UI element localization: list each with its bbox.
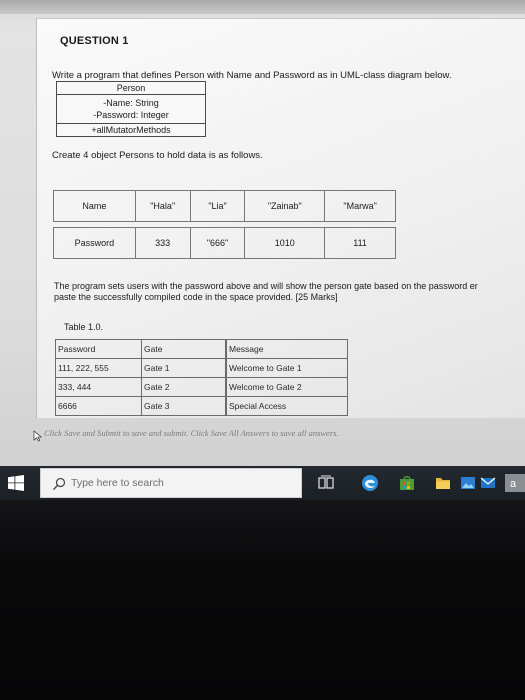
persons-password-cell: 111 — [324, 227, 396, 259]
gate-header-password: Password — [55, 339, 142, 359]
gate-header-gate: Gate — [141, 339, 226, 359]
file-explorer-icon[interactable] — [435, 475, 451, 491]
gate-password-cell: 111, 222, 555 — [55, 358, 142, 378]
persons-name-cell: "Zainab" — [244, 190, 326, 222]
gate-table-header-row: Password Gate Message — [55, 339, 348, 359]
gate-gate-cell: Gate 3 — [141, 396, 226, 416]
uml-class-diagram: Person -Name: String -Password: Integer … — [56, 81, 206, 137]
question-intro: Write a program that defines Person with… — [52, 70, 452, 81]
task-paragraph-line: The program sets users with the password… — [54, 281, 478, 291]
task-paragraph: The program sets users with the password… — [54, 281, 478, 303]
persons-password-label: Password — [53, 227, 136, 259]
mouse-cursor-icon — [33, 430, 43, 442]
browser-top-band — [0, 0, 525, 14]
task-paragraph-line: paste the successfully compiled code in … — [54, 292, 338, 302]
edge-icon[interactable] — [361, 474, 379, 492]
windows-start-icon[interactable] — [8, 475, 24, 491]
windows-taskbar: Type here to search a — [0, 466, 525, 500]
question-title: QUESTION 1 — [60, 35, 129, 47]
table-caption: Table 1.0. — [64, 322, 104, 332]
gate-password-cell: 6666 — [55, 396, 142, 416]
gate-table: Password Gate Message 111, 222, 555 Gate… — [55, 339, 348, 416]
monitor-bezel — [0, 500, 525, 700]
gate-message-cell: Special Access — [226, 396, 348, 416]
uml-attribute-password: -Password: Integer — [93, 110, 169, 120]
task-view-icon[interactable] — [318, 475, 334, 491]
persons-table: Name "Hala" "Lia" "Zainab" "Marwa" Passw… — [53, 190, 396, 259]
persons-password-row: Password 333 "666" 1010 111 — [53, 227, 396, 259]
uml-operations: +allMutatorMethods — [91, 125, 171, 135]
search-icon — [53, 477, 66, 490]
persons-name-cell: "Marwa" — [324, 190, 396, 222]
persons-name-cell: "Hala" — [134, 190, 191, 222]
persons-name-label: Name — [53, 190, 136, 222]
monitor-screen: QUESTION 1 Write a program that defines … — [0, 0, 525, 500]
persons-password-cell: 1010 — [244, 227, 326, 259]
gate-table-row: 6666 Gate 3 Special Access — [55, 396, 348, 416]
gate-gate-cell: Gate 1 — [141, 358, 226, 378]
gate-message-cell: Welcome to Gate 1 — [226, 358, 348, 378]
uml-attribute-name: -Name: String — [103, 98, 159, 108]
persons-password-cell: 333 — [134, 227, 191, 259]
persons-name-row: Name "Hala" "Lia" "Zainab" "Marwa" — [53, 190, 396, 222]
create-instruction: Create 4 object Persons to hold data is … — [52, 150, 263, 161]
gate-gate-cell: Gate 2 — [141, 377, 226, 397]
svg-text:a: a — [510, 478, 517, 490]
search-placeholder: Type here to search — [71, 477, 164, 489]
uml-class-name: Person — [57, 82, 205, 95]
gate-password-cell: 333, 444 — [55, 377, 142, 397]
mail-icon[interactable] — [480, 475, 496, 491]
app-icon[interactable]: a — [505, 474, 525, 492]
uml-attributes: -Name: String -Password: Integer — [57, 95, 205, 124]
taskbar-search-box[interactable]: Type here to search — [40, 468, 302, 498]
photos-icon[interactable] — [460, 475, 476, 491]
store-icon[interactable] — [399, 475, 415, 491]
persons-password-cell: "666" — [189, 227, 246, 259]
gate-message-cell: Welcome to Gate 2 — [226, 377, 348, 397]
gate-table-row: 333, 444 Gate 2 Welcome to Gate 2 — [55, 377, 348, 397]
save-submit-instruction: Click Save and Submit to save and submit… — [44, 428, 339, 438]
gate-table-row: 111, 222, 555 Gate 1 Welcome to Gate 1 — [55, 358, 348, 378]
persons-name-cell: "Lia" — [189, 190, 246, 222]
gate-header-message: Message — [226, 339, 348, 359]
